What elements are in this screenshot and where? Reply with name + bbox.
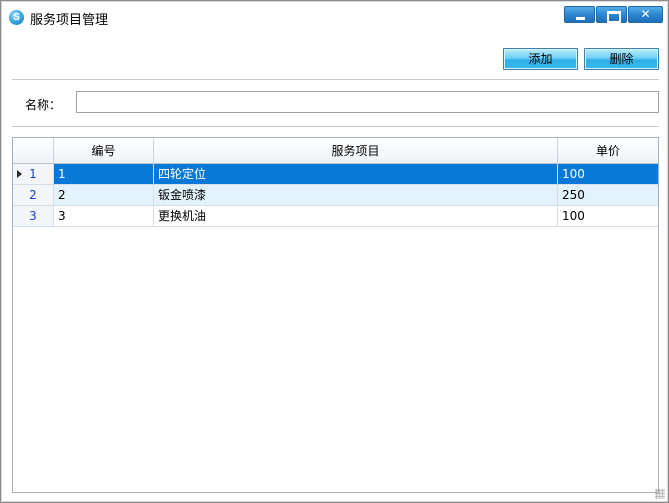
table-row[interactable]: 1 1 四轮定位 100 [13, 164, 658, 185]
cell-price[interactable]: 250 [558, 185, 658, 205]
maximize-icon [597, 7, 626, 23]
cell-id[interactable]: 2 [54, 185, 154, 205]
close-icon: ✕ [640, 7, 651, 21]
row-header[interactable]: 3 [13, 206, 54, 226]
cell-service[interactable]: 更换机油 [154, 206, 558, 226]
row-number: 3 [29, 209, 37, 223]
divider-top [12, 79, 659, 80]
row-header[interactable]: 1 [13, 164, 54, 184]
cell-price[interactable]: 100 [558, 164, 658, 184]
name-input[interactable] [76, 91, 659, 113]
table-row[interactable]: 2 2 钣金喷漆 250 [13, 185, 658, 206]
cell-price[interactable]: 100 [558, 206, 658, 226]
grid-header: 编号 服务项目 单价 [13, 138, 658, 164]
cell-service[interactable]: 四轮定位 [154, 164, 558, 184]
cell-service[interactable]: 钣金喷漆 [154, 185, 558, 205]
minimize-button[interactable] [564, 6, 595, 23]
maximize-button[interactable] [596, 6, 627, 23]
current-row-arrow-icon [17, 170, 22, 178]
app-icon: S [9, 10, 24, 25]
grid-body: 1 1 四轮定位 100 2 2 钣金喷漆 250 3 3 更换机油 100 [13, 164, 658, 227]
minimize-icon [565, 7, 594, 22]
window-controls: ✕ [564, 6, 663, 24]
row-header[interactable]: 2 [13, 185, 54, 205]
header-price[interactable]: 单价 [558, 138, 658, 164]
add-button[interactable]: 添加 [503, 48, 578, 70]
delete-button[interactable]: 删除 [584, 48, 659, 70]
row-number: 1 [29, 167, 37, 181]
cell-id[interactable]: 3 [54, 206, 154, 226]
divider-bottom [12, 126, 659, 127]
cell-id[interactable]: 1 [54, 164, 154, 184]
header-id[interactable]: 编号 [54, 138, 154, 164]
close-button[interactable]: ✕ [628, 6, 663, 23]
header-service[interactable]: 服务项目 [154, 138, 558, 164]
row-number: 2 [29, 188, 37, 202]
service-grid[interactable]: 编号 服务项目 单价 1 1 四轮定位 100 2 2 钣金喷漆 250 3 3… [12, 137, 659, 493]
table-row[interactable]: 3 3 更换机油 100 [13, 206, 658, 227]
service-item-window: S 服务项目管理 ✕ 添加 删除 名称： 编号 服务项目 单价 1 1 四轮定位… [0, 0, 669, 503]
title-bar[interactable]: S 服务项目管理 ✕ [2, 2, 667, 30]
name-label: 名称： [25, 98, 62, 112]
header-row-selector[interactable] [13, 138, 54, 164]
window-title: 服务项目管理 [30, 13, 109, 28]
resize-grip-icon[interactable] [655, 489, 665, 499]
